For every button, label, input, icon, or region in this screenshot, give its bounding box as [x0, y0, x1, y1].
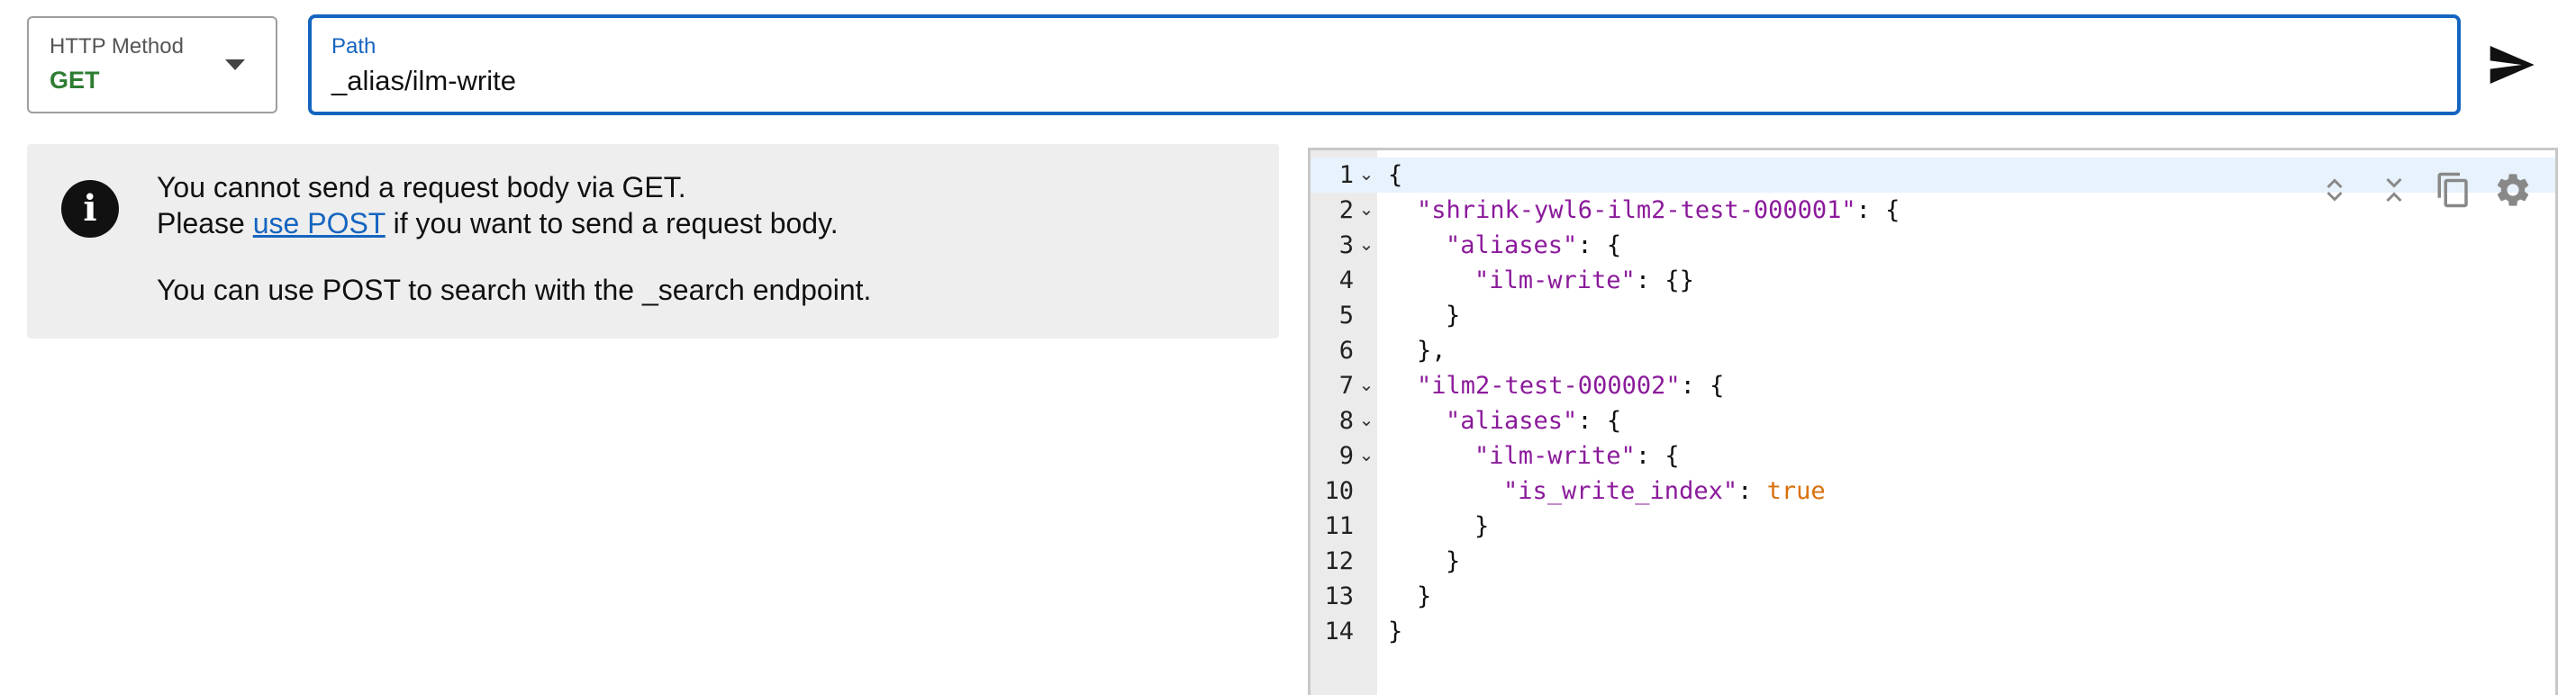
- code-line: "shrink-ywl6-ilm2-test-000001": {: [1417, 193, 1900, 228]
- json-punct: : {: [1577, 407, 1622, 435]
- info-line-2-pre: Please: [157, 207, 253, 239]
- info-line-2-post: if you want to send a request body.: [385, 207, 839, 239]
- info-line-2: Please use POST if you want to send a re…: [157, 207, 839, 240]
- line-number: 12: [1324, 547, 1354, 575]
- info-line-1: You cannot send a request body via GET.: [157, 171, 686, 203]
- fold-toggle-icon[interactable]: ⌄: [1357, 438, 1375, 474]
- json-key: "ilm-write": [1474, 442, 1636, 470]
- path-value[interactable]: _alias/ilm-write: [331, 65, 516, 97]
- code-line: "aliases": {: [1446, 228, 1621, 263]
- line-number: 9: [1338, 442, 1354, 470]
- json-key: "shrink-ywl6-ilm2-test-000001": [1417, 196, 1856, 224]
- http-method-label: HTTP Method: [50, 34, 184, 59]
- line-number: 6: [1338, 337, 1354, 365]
- chevron-down-icon[interactable]: [225, 59, 245, 70]
- code-line: "ilm-write": {}: [1474, 263, 1694, 298]
- collapse-icon: [2386, 177, 2402, 203]
- expand-all-button[interactable]: [2305, 165, 2364, 215]
- json-punct: :: [1737, 477, 1767, 505]
- info-message: i You cannot send a request body via GET…: [27, 144, 1279, 338]
- code-line: {: [1388, 161, 1403, 189]
- line-number: 11: [1324, 512, 1354, 540]
- line-number: 5: [1338, 302, 1354, 329]
- line-number: 13: [1324, 582, 1354, 610]
- line-number: 8: [1338, 407, 1354, 435]
- line-number: 14: [1324, 618, 1354, 645]
- copy-button[interactable]: [2424, 165, 2483, 215]
- json-boolean: true: [1766, 477, 1826, 505]
- info-line-3: You can use POST to search with the _sea…: [157, 274, 872, 306]
- expand-icon: [2327, 178, 2343, 202]
- line-number: 1: [1338, 161, 1354, 189]
- fold-toggle-icon[interactable]: ⌄: [1357, 403, 1375, 438]
- gear-icon: [2497, 174, 2529, 206]
- http-method-select[interactable]: HTTP Method GET: [27, 16, 277, 113]
- code-line: "is_write_index": true: [1503, 474, 1826, 509]
- line-number: 7: [1338, 372, 1354, 400]
- line-number: 4: [1338, 266, 1354, 294]
- info-icon: i: [61, 180, 119, 238]
- use-post-link[interactable]: use POST: [253, 207, 385, 239]
- code-line: "ilm-write": {: [1474, 438, 1680, 474]
- collapse-all-button[interactable]: [2364, 165, 2424, 215]
- http-method-value: GET: [50, 67, 100, 94]
- json-key: "ilm-write": [1474, 266, 1636, 294]
- copy-icon: [2437, 172, 2468, 208]
- line-number: 3: [1338, 231, 1354, 259]
- fold-toggle-icon[interactable]: ⌄: [1357, 158, 1375, 193]
- fold-toggle-icon[interactable]: ⌄: [1357, 368, 1375, 403]
- json-key: "aliases": [1446, 407, 1578, 435]
- path-label: Path: [331, 34, 376, 59]
- json-key: "aliases": [1446, 231, 1578, 259]
- code-line: "aliases": {: [1446, 403, 1621, 438]
- response-editor[interactable]: 1 2 3 4 5 6 7 8 9 10 11 12 13 14 ⌄ ⌄ ⌄ ⌄…: [1308, 148, 2558, 695]
- fold-toggle-icon[interactable]: ⌄: [1357, 193, 1375, 228]
- fold-toggle-icon[interactable]: ⌄: [1357, 228, 1375, 263]
- code-line: }: [1474, 512, 1490, 540]
- send-button[interactable]: [2486, 40, 2536, 90]
- json-punct: : {: [1680, 372, 1725, 400]
- code-line: "ilm2-test-000002": {: [1417, 368, 1724, 403]
- line-number: 10: [1324, 477, 1354, 505]
- code-line: }: [1388, 618, 1403, 645]
- send-icon: [2490, 46, 2535, 84]
- settings-button[interactable]: [2483, 165, 2543, 215]
- json-punct: : {: [1635, 442, 1680, 470]
- json-punct: : {: [1855, 196, 1900, 224]
- code-line: }: [1417, 582, 1432, 610]
- code-line: }: [1446, 302, 1461, 329]
- json-punct: : {: [1577, 231, 1622, 259]
- editor-toolbar: [2305, 165, 2543, 215]
- json-key: "ilm2-test-000002": [1417, 372, 1681, 400]
- line-number: 2: [1338, 196, 1354, 224]
- json-key: "is_write_index": [1503, 477, 1738, 505]
- json-punct: : {}: [1635, 266, 1694, 294]
- code-line: },: [1417, 337, 1447, 365]
- path-input[interactable]: Path _alias/ilm-write: [308, 14, 2461, 115]
- code-line: }: [1446, 547, 1461, 575]
